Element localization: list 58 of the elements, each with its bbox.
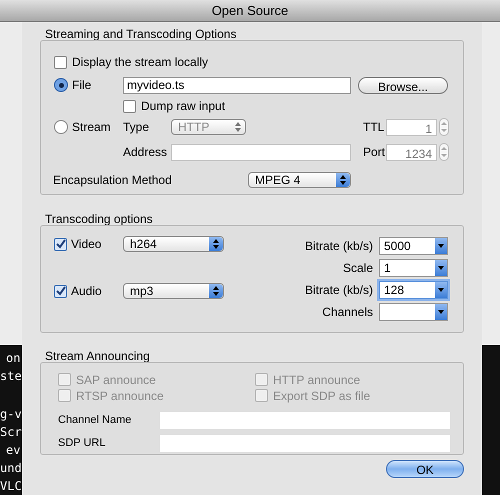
- terminal-text: Scr: [0, 425, 22, 440]
- checkbox[interactable]: [123, 100, 136, 112]
- checkbox[interactable]: [54, 284, 67, 298]
- stepper-arrows-icon: [336, 173, 350, 187]
- field-label: Address: [123, 144, 168, 161]
- checkbox-label: Video: [71, 236, 102, 253]
- checkbox-label: Dump raw input: [141, 98, 226, 115]
- combo-box[interactable]: 128: [379, 281, 448, 299]
- checkbox-label: Display the stream locally: [72, 54, 208, 71]
- stepper-arrows-icon: [209, 237, 223, 251]
- checkbox-label: HTTP announce: [273, 372, 360, 388]
- checkbox[interactable]: [54, 238, 67, 250]
- ok-button[interactable]: OK: [386, 460, 464, 478]
- popup-menu[interactable]: MPEG 4: [248, 172, 351, 188]
- checkmark-icon: [56, 239, 66, 249]
- section-title: Transcoding options: [45, 211, 154, 225]
- radio-button[interactable]: [54, 78, 68, 92]
- terminal-text: g-v: [0, 407, 22, 422]
- checkbox-label: RTSP announce: [76, 388, 164, 404]
- combo-box[interactable]: [379, 303, 448, 321]
- checkbox-label: SAP announce: [76, 372, 156, 388]
- section-title: Stream Announcing: [45, 348, 151, 362]
- field-label: Bitrate (kb/s): [304, 238, 373, 255]
- combo-box[interactable]: 5000: [379, 237, 448, 255]
- field-label: Encapsulation Method: [53, 172, 173, 189]
- radio-label: File: [72, 77, 92, 94]
- file-field[interactable]: myvideo.ts: [123, 76, 351, 94]
- terminal-text: VLC: [0, 479, 22, 494]
- channel-name-field[interactable]: [160, 412, 450, 428]
- checkbox-label: Audio: [71, 283, 102, 300]
- field-label: Port: [363, 144, 386, 161]
- stepper-icon[interactable]: [439, 143, 449, 161]
- field-label: Channels: [322, 304, 373, 321]
- combo-box[interactable]: 1: [379, 259, 448, 277]
- terminal-text: und: [0, 461, 22, 476]
- terminal-text: ste: [0, 369, 22, 384]
- section-title: Streaming and Transcoding Options: [45, 26, 238, 40]
- stepper-icon[interactable]: [439, 118, 449, 136]
- field-label: Type: [123, 119, 150, 136]
- address-field[interactable]: [171, 144, 351, 160]
- radio-label: Stream: [72, 119, 111, 136]
- terminal-text: ev: [6, 443, 20, 458]
- browse-button[interactable]: Browse...: [358, 76, 448, 94]
- checkmark-icon: [56, 286, 66, 296]
- terminal-text: on: [6, 351, 20, 366]
- field-label: Channel Name: [58, 412, 132, 428]
- popup-menu[interactable]: h264: [123, 236, 224, 252]
- checkbox-label: Export SDP as file: [273, 388, 370, 404]
- window-title: Open Source: [212, 2, 288, 20]
- checkbox[interactable]: [54, 56, 67, 68]
- field-label: TTL: [363, 119, 386, 136]
- field-label: SDP URL: [58, 436, 106, 451]
- stepper-arrows-icon: [209, 284, 223, 298]
- sdp-url-field[interactable]: [160, 434, 450, 452]
- field-label: Scale: [342, 260, 373, 277]
- popup-menu[interactable]: mp3: [123, 283, 224, 299]
- field-label: Bitrate (kb/s): [304, 282, 373, 299]
- radio-button[interactable]: [54, 120, 68, 134]
